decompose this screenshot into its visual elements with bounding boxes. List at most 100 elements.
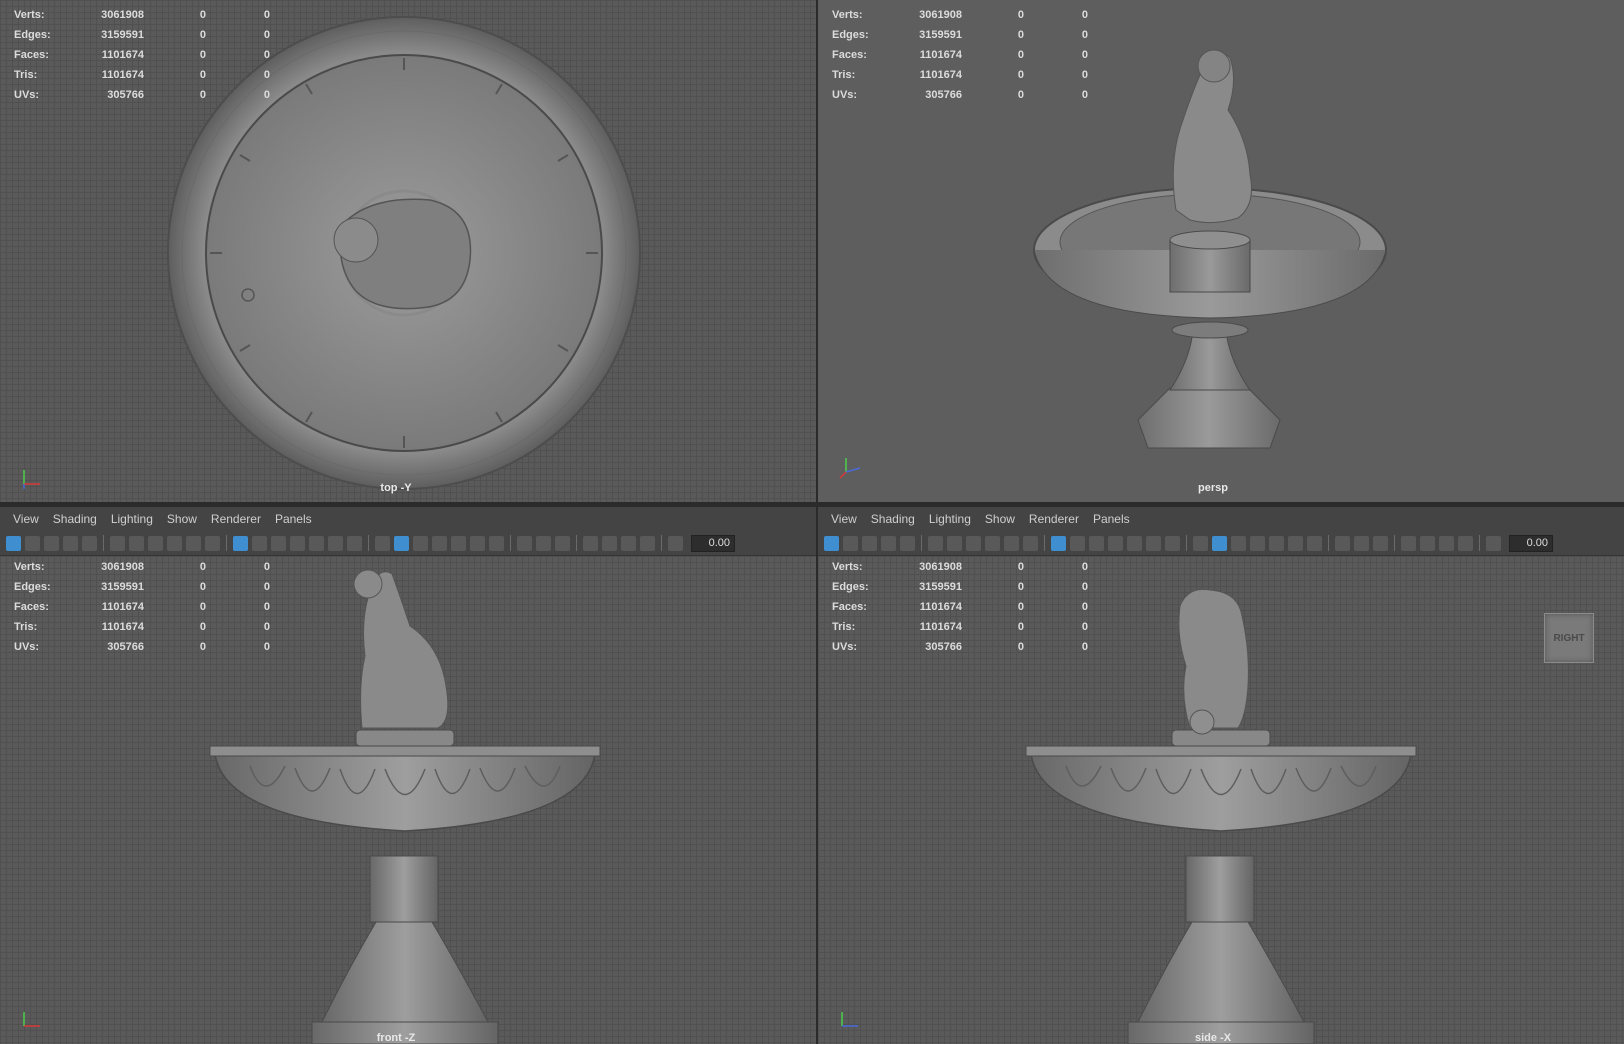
bookmark-icon[interactable] <box>44 535 59 551</box>
viewport-top-canvas[interactable]: Verts: 3061908 0 0 Edges: 3159591 0 0 Faces: 11… <box>0 0 816 502</box>
exposure-icon[interactable] <box>668 535 683 551</box>
shadow-icon[interactable] <box>1307 535 1322 551</box>
stat-row-faces: Faces: 1101674 0 0 <box>832 597 1088 617</box>
exposure-icon[interactable] <box>1486 535 1501 551</box>
viewport-side-canvas[interactable]: Verts: 3061908 0 0 Edges: 3159591 0 0 Faces: 11… <box>818 556 1624 1044</box>
light-icon[interactable] <box>470 535 485 551</box>
bookmark-camera-icon[interactable] <box>148 535 163 551</box>
grease-pencil-icon[interactable] <box>1023 535 1038 551</box>
menu-show[interactable]: Show <box>167 512 197 526</box>
film-gate-toggle-icon[interactable] <box>1070 535 1085 551</box>
stat-label: Faces: <box>14 49 49 61</box>
stat-uv: 0 <box>1081 29 1088 41</box>
safe-title-icon[interactable] <box>1165 535 1180 551</box>
field-chart-icon[interactable] <box>309 535 324 551</box>
menu-lighting[interactable]: Lighting <box>929 512 971 526</box>
textured-icon[interactable] <box>1250 535 1265 551</box>
menu-panels[interactable]: Panels <box>1093 512 1130 526</box>
safe-action-icon[interactable] <box>1146 535 1161 551</box>
shaded-icon[interactable] <box>394 535 409 551</box>
stat-value: 1101674 <box>101 49 144 61</box>
grid-icon[interactable] <box>233 535 248 551</box>
menu-show[interactable]: Show <box>985 512 1015 526</box>
ambient-occlusion-icon[interactable] <box>1335 535 1350 551</box>
viewport-top[interactable]: Verts: 3061908 0 0 Edges: 3159591 0 0 Faces: 11… <box>0 0 816 502</box>
isolate-icon[interactable] <box>583 535 598 551</box>
viewcube[interactable]: RIGHT <box>1544 613 1594 663</box>
resolution-gate-icon[interactable] <box>1089 535 1104 551</box>
bookmark-icon[interactable] <box>862 535 877 551</box>
xray-icon[interactable] <box>451 535 466 551</box>
stat-value: 3061908 <box>101 9 144 21</box>
dof-icon[interactable] <box>1458 535 1473 551</box>
exposure-field[interactable]: 0.00 <box>1509 534 1553 552</box>
gate-mask-icon[interactable] <box>1108 535 1123 551</box>
axis-gizmo-icon <box>841 1012 858 1027</box>
xray-joints-icon[interactable] <box>1420 535 1435 551</box>
axis-gizmo-icon <box>839 458 861 479</box>
field-chart-icon[interactable] <box>1127 535 1142 551</box>
resolution-gate-icon[interactable] <box>271 535 286 551</box>
xray-icon[interactable] <box>1269 535 1284 551</box>
film-gate-toggle-icon[interactable] <box>252 535 267 551</box>
camera-attributes-icon[interactable] <box>947 535 962 551</box>
wireframe-on-shaded-icon[interactable] <box>1231 535 1246 551</box>
menu-shading[interactable]: Shading <box>871 512 915 526</box>
image-plane-icon[interactable] <box>63 535 78 551</box>
menu-renderer[interactable]: Renderer <box>1029 512 1079 526</box>
dof-icon[interactable] <box>640 535 655 551</box>
pan-zoom-icon[interactable] <box>1004 535 1019 551</box>
motion-blur-icon[interactable] <box>536 535 551 551</box>
viewport-side[interactable]: View Shading Lighting Show Renderer Pane… <box>818 507 1624 1044</box>
shaded-icon[interactable] <box>1212 535 1227 551</box>
frame-icon[interactable] <box>843 535 858 551</box>
grid-icon[interactable] <box>1051 535 1066 551</box>
menu-view[interactable]: View <box>831 512 857 526</box>
safe-title-icon[interactable] <box>347 535 362 551</box>
image-plane-icon[interactable] <box>881 535 896 551</box>
viewport-front-canvas[interactable]: Verts: 3061908 0 0 Edges: 3159591 0 0 Faces: 11… <box>0 556 816 1044</box>
camera-icon[interactable] <box>110 535 125 551</box>
wireframe-on-shaded-icon[interactable] <box>413 535 428 551</box>
wireframe-icon[interactable] <box>375 535 390 551</box>
viewport-persp[interactable]: Verts: 3061908 0 0 Edges: 3159591 0 0 Faces: 11… <box>818 0 1624 502</box>
exposure-field[interactable]: 0.00 <box>691 534 735 552</box>
menu-panels[interactable]: Panels <box>275 512 312 526</box>
anti-alias-icon[interactable] <box>1373 535 1388 551</box>
pan-zoom-icon[interactable] <box>186 535 201 551</box>
stat-value: 3159591 <box>101 29 144 41</box>
menu-renderer[interactable]: Renderer <box>211 512 261 526</box>
isolate-icon[interactable] <box>1401 535 1416 551</box>
camera-attributes-icon[interactable] <box>129 535 144 551</box>
viewport-persp-canvas[interactable]: Verts: 3061908 0 0 Edges: 3159591 0 0 Faces: 11… <box>818 0 1624 502</box>
pin-icon[interactable] <box>167 535 182 551</box>
stat-value: 1101674 <box>919 69 962 81</box>
stat-uv: 0 <box>1081 581 1088 593</box>
anti-alias-icon[interactable] <box>555 535 570 551</box>
camera-icon[interactable] <box>928 535 943 551</box>
select-icon[interactable] <box>824 535 839 551</box>
grease-pencil-icon[interactable] <box>205 535 220 551</box>
film-gate-icon[interactable] <box>82 535 97 551</box>
stat-uv: 0 <box>263 561 270 573</box>
ambient-occlusion-icon[interactable] <box>517 535 532 551</box>
bookmark-camera-icon[interactable] <box>966 535 981 551</box>
film-gate-icon[interactable] <box>900 535 915 551</box>
frame-icon[interactable] <box>25 535 40 551</box>
select-icon[interactable] <box>6 535 21 551</box>
light-icon[interactable] <box>1288 535 1303 551</box>
textured-icon[interactable] <box>432 535 447 551</box>
pin-icon[interactable] <box>985 535 1000 551</box>
xray-components-icon[interactable] <box>621 535 636 551</box>
viewport-front[interactable]: View Shading Lighting Show Renderer Pane… <box>0 507 816 1044</box>
motion-blur-icon[interactable] <box>1354 535 1369 551</box>
wireframe-icon[interactable] <box>1193 535 1208 551</box>
xray-joints-icon[interactable] <box>602 535 617 551</box>
xray-components-icon[interactable] <box>1439 535 1454 551</box>
menu-view[interactable]: View <box>13 512 39 526</box>
menu-shading[interactable]: Shading <box>53 512 97 526</box>
shadow-icon[interactable] <box>489 535 504 551</box>
menu-lighting[interactable]: Lighting <box>111 512 153 526</box>
gate-mask-icon[interactable] <box>290 535 305 551</box>
safe-action-icon[interactable] <box>328 535 343 551</box>
